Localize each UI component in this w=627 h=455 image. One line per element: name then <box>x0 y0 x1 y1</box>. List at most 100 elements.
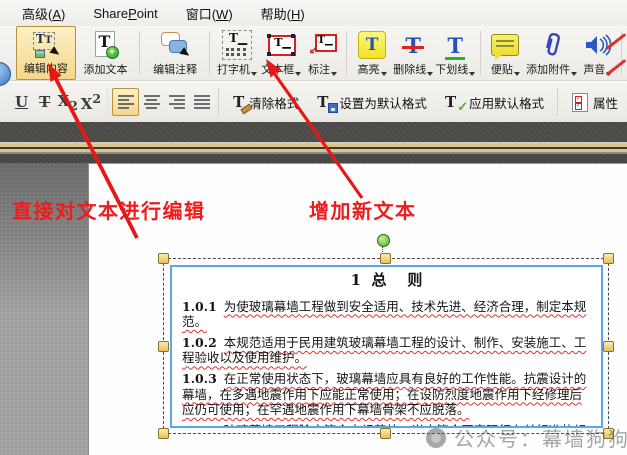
clause-text: 为使玻璃幕墙工程做到安全适用、技术先进、经济合理，制定本规范。 <box>182 299 586 330</box>
set-default-format-button[interactable]: T设置为默认格式 <box>308 93 436 112</box>
dropdown-arrow-icon[interactable] <box>295 72 301 79</box>
menu-help[interactable]: 帮助(H) <box>247 0 319 27</box>
attach-file-button[interactable]: 添加附件 <box>525 26 579 80</box>
main-toolbar: TT 编辑内容 T + 添加文本 编辑注释 T▁ <box>0 26 627 81</box>
underline-tool-button[interactable]: T 下划线 <box>434 26 476 80</box>
subscript-button[interactable]: X2 <box>56 92 79 113</box>
textbox-button[interactable]: T▁ 文本框 <box>259 26 303 80</box>
toolbar-separator <box>480 31 482 75</box>
textbox-label: 文本框 <box>261 61 294 77</box>
strikeout-button[interactable]: T 删除线 <box>392 26 434 80</box>
watermark-logo-icon <box>426 428 446 448</box>
callout-icon: T▁ ↙ <box>309 33 337 57</box>
clear-format-icon: T <box>233 93 244 111</box>
menu-bar: 高级(A) SharePoint 窗口(W) 帮助(H) <box>0 0 627 26</box>
toolbar-separator <box>209 31 211 75</box>
resize-handle-mid-right[interactable] <box>603 341 614 352</box>
underline-tool-icon: T <box>443 32 467 58</box>
textbox-icon: T▁ <box>267 34 295 56</box>
add-text-label: 添加文本 <box>84 61 128 77</box>
highlight-button[interactable]: T 高亮 <box>352 26 392 80</box>
align-justify-icon <box>194 95 210 109</box>
menu-advanced[interactable]: 高级(A) <box>8 0 79 27</box>
align-justify-button[interactable] <box>189 89 214 115</box>
edit-content-button[interactable]: TT 编辑内容 <box>16 26 76 80</box>
edit-annotation-icon <box>160 31 190 59</box>
note-button[interactable]: 便贴 <box>486 26 525 80</box>
toolbar-separator <box>139 31 141 75</box>
superscript-button[interactable]: X2 <box>79 91 102 113</box>
menu-sharepoint[interactable]: SharePoint <box>79 2 171 25</box>
highlight-icon: T <box>358 31 386 59</box>
typewriter-icon: T▁ <box>222 30 252 60</box>
dropdown-arrow-icon[interactable] <box>514 72 520 79</box>
add-text-annotation: 增加新文本 <box>309 195 417 224</box>
paperclip-icon <box>541 32 563 58</box>
dropdown-arrow-icon[interactable] <box>427 72 433 79</box>
doc-paragraph: 1.0.1为使玻璃幕墙工程做到安全适用、技术先进、经济合理，制定本规范。 <box>182 299 591 330</box>
strikethrough-format-button[interactable]: T <box>33 93 56 111</box>
subscript-num: 2 <box>69 98 78 113</box>
toolbar-separator <box>557 88 559 116</box>
resize-handle-bottom-center[interactable] <box>380 428 391 439</box>
superscript-base: X <box>81 95 93 113</box>
align-center-button[interactable] <box>139 89 164 115</box>
menu-mnemonic: A <box>52 7 61 22</box>
strikeout-icon: T <box>401 32 425 58</box>
typewriter-label: 打字机 <box>217 61 250 77</box>
clear-format-button[interactable]: T 清除格式 <box>224 93 308 112</box>
callout-button[interactable]: T▁ ↙ 标注 <box>303 26 342 80</box>
note-icon <box>491 34 519 56</box>
clause-number: 1.0.1 <box>182 299 217 314</box>
properties-button[interactable]: ✓✓属性 <box>563 93 627 112</box>
resize-handle-top-left[interactable] <box>158 253 169 264</box>
apply-default-format-label: 应用默认格式 <box>469 93 544 112</box>
rotation-handle[interactable] <box>377 234 390 247</box>
page-shadow <box>0 163 88 313</box>
dropdown-arrow-icon[interactable] <box>251 72 257 79</box>
clause-text: 本规范适用于民用建筑玻璃幕墙工程的设计、制作、安装施工、工程验收以及使用维护。 <box>182 335 586 366</box>
resize-handle-bottom-left[interactable] <box>158 428 169 439</box>
dropdown-arrow-icon[interactable] <box>381 72 387 79</box>
dropdown-arrow-icon[interactable] <box>469 72 475 79</box>
editable-text-block[interactable]: 1 总 则 1.0.1为使玻璃幕墙工程做到安全适用、技术先进、经济合理，制定本规… <box>170 265 603 428</box>
underline-tool-label: 下划线 <box>435 61 468 77</box>
dropdown-arrow-icon[interactable] <box>571 72 577 79</box>
edit-annotation-label: 编辑注释 <box>153 61 197 77</box>
menu-mnemonic: H <box>291 7 300 22</box>
doc-heading: 1 总 则 <box>182 273 591 289</box>
apply-default-format-button[interactable]: T✓ 应用默认格式 <box>436 93 553 112</box>
clause-number: 1.0.3 <box>182 371 217 386</box>
clause-number: 1.0.2 <box>182 335 217 350</box>
resize-handle-top-right[interactable] <box>603 253 614 264</box>
edit-content-icon: TT <box>32 31 60 59</box>
underline-format-button[interactable]: U <box>10 93 33 111</box>
edit-annotation-button[interactable]: 编辑注释 <box>145 26 205 80</box>
callout-label: 标注 <box>308 61 330 77</box>
menu-mnemonic: W <box>216 7 228 22</box>
align-right-button[interactable] <box>164 89 189 115</box>
set-default-format-label: 设置为默认格式 <box>339 93 427 112</box>
doc-paragraph: 1.0.2本规范适用于民用建筑玻璃幕墙工程的设计、制作、安装施工、工程验收以及使… <box>182 335 591 366</box>
menu-window[interactable]: 窗口(W) <box>172 0 247 27</box>
properties-label: 属性 <box>593 93 618 112</box>
menu-label: ) <box>300 7 304 22</box>
apply-default-format-icon: T✓ <box>445 93 456 111</box>
highlight-label: 高亮 <box>358 61 380 77</box>
resize-handle-mid-left[interactable] <box>158 341 169 352</box>
attach-file-label: 添加附件 <box>526 61 570 77</box>
add-text-button[interactable]: T + 添加文本 <box>76 26 136 80</box>
menu-label: 高级( <box>22 7 52 22</box>
menu-label: 窗口( <box>186 7 216 22</box>
dropdown-arrow-icon[interactable] <box>331 72 337 79</box>
toolbar-separator <box>107 88 109 116</box>
note-label: 便贴 <box>491 61 513 77</box>
resize-handle-top-center[interactable] <box>380 253 391 264</box>
subscript-base: X <box>58 92 70 110</box>
align-left-button[interactable] <box>112 88 139 116</box>
align-center-icon <box>144 95 160 109</box>
typewriter-button[interactable]: T▁ 打字机 <box>215 26 259 80</box>
toolbar-separator <box>346 31 348 75</box>
panel-divider-bands <box>0 122 627 163</box>
clear-format-label: 清除格式 <box>249 93 299 112</box>
